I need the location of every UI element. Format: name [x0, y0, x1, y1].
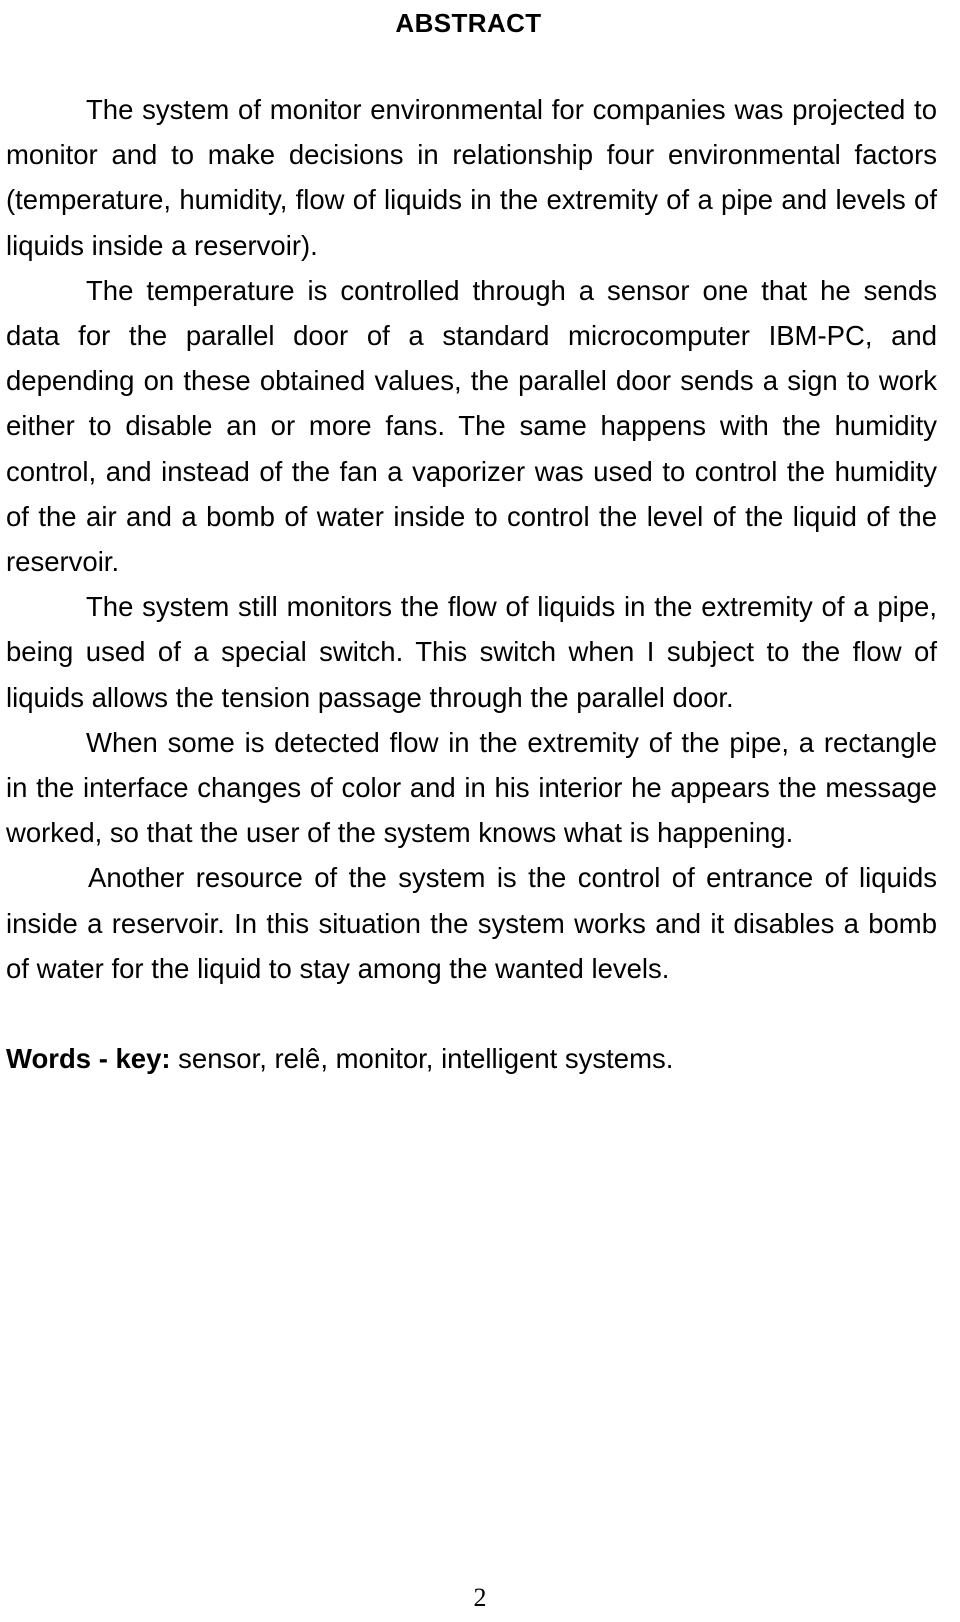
keywords-value: sensor, relê, monitor, intelligent syste…	[170, 1043, 674, 1075]
page-title: ABSTRACT	[395, 8, 542, 38]
keywords-label: Words - key:	[6, 1043, 171, 1075]
abstract-body: The system of monitor environmental for …	[6, 87, 937, 991]
paragraph: The temperature is controlled through a …	[6, 274, 937, 578]
document-page: ABSTRACT The system of monitor environme…	[0, 0, 960, 1622]
keywords-line: Words - key: sensor, relê, monitor, inte…	[6, 1036, 937, 1081]
paragraph: When some is detected flow in the extrem…	[6, 726, 937, 849]
page-content: ABSTRACT The system of monitor environme…	[6, 0, 937, 1081]
paragraph: The system still monitors the flow of li…	[6, 591, 937, 713]
page-number: 2	[473, 1583, 487, 1612]
paragraph: Another resource of the system is the co…	[6, 862, 937, 984]
paragraph: The system of monitor environmental for …	[6, 94, 937, 261]
